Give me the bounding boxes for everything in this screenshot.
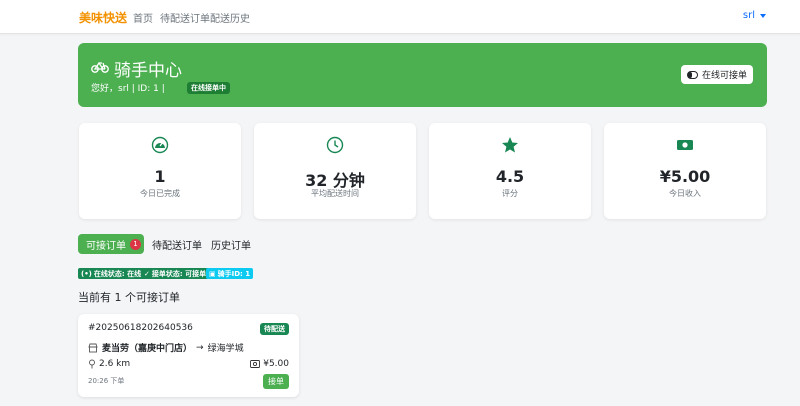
- distance-value: 2.6 km: [99, 359, 131, 369]
- order-route: 麦当劳（嘉庚中门店） → 绿海学城: [88, 341, 244, 354]
- stat-label: 评分: [502, 189, 518, 198]
- count-badge: 1: [130, 238, 141, 250]
- chevron-down-icon[interactable]: [760, 13, 766, 19]
- cash-icon: [250, 360, 261, 368]
- speedometer-icon: [151, 136, 169, 154]
- stat-label: 平均配送时间: [311, 189, 359, 198]
- stat-card-completed: 1 今日已完成: [79, 123, 241, 219]
- brand-logo[interactable]: 美味快送: [79, 9, 127, 26]
- star-icon: [502, 137, 518, 153]
- cash-icon: [677, 140, 693, 150]
- map-pin-icon: [89, 359, 95, 369]
- shop-icon: [88, 343, 98, 352]
- user-menu[interactable]: srl: [743, 10, 755, 21]
- accept-order-button[interactable]: 接单: [263, 374, 289, 389]
- nav-home[interactable]: 首页: [133, 10, 153, 25]
- status-badge: 待配送: [260, 323, 289, 335]
- chip-label: 骑手ID: 1: [217, 269, 251, 278]
- id-card-icon: ▣: [209, 269, 216, 278]
- tab-history-orders[interactable]: 历史订单: [211, 234, 251, 254]
- online-status-chip: (•) 在线状态: 在线: [78, 268, 145, 279]
- rider-center-header: 骑手中心 您好，srl | ID: 1 | 在线接单中 在线可接单: [78, 43, 767, 107]
- nav-delivery-history[interactable]: 配送历史: [210, 10, 250, 25]
- tab-available-orders[interactable]: 可接订单 1: [78, 234, 144, 254]
- online-toggle-label: 在线可接单: [701, 71, 747, 81]
- clock-icon: [326, 136, 344, 154]
- stat-card-income: ¥5.00 今日收入: [604, 123, 766, 219]
- stat-value: ¥5.00: [659, 167, 711, 186]
- tab-pending-orders[interactable]: 待配送订单: [152, 234, 202, 254]
- stat-label: 今日已完成: [140, 189, 180, 198]
- accept-status-chip: ✓ 接单状态: 可接单: [141, 268, 210, 279]
- nav-pending-orders[interactable]: 待配送订单: [160, 10, 210, 25]
- status-badge: 在线接单中: [187, 82, 230, 94]
- stat-value: 4.5: [495, 167, 525, 186]
- broadcast-icon: (•): [81, 269, 92, 278]
- stat-card-rating: 4.5 评分: [429, 123, 591, 219]
- order-card: #20250618202640536 待配送 麦当劳（嘉庚中门店） → 绿海学城…: [78, 314, 299, 397]
- stat-card-avg-time: 32 分钟 平均配送时间: [254, 123, 416, 219]
- arrow-right-icon: →: [196, 342, 204, 353]
- order-fee: ¥5.00: [250, 359, 289, 369]
- chip-label: 在线状态: 在线: [93, 269, 142, 278]
- stat-value: 1: [154, 167, 166, 186]
- order-id: #20250618202640536: [88, 323, 193, 333]
- top-navbar: 美味快送 首页 待配送订单 配送历史 srl: [0, 0, 800, 34]
- destination: 绿海学城: [207, 344, 244, 354]
- welcome-text: 您好，srl | ID: 1 |: [91, 84, 165, 94]
- order-distance: 2.6 km: [88, 359, 130, 369]
- check-circle-icon: ✓: [144, 269, 150, 278]
- online-toggle-button[interactable]: 在线可接单: [680, 65, 753, 84]
- orders-summary: 当前有 1 个可接订单: [78, 291, 180, 304]
- order-time: 20:26 下单: [88, 377, 125, 385]
- tab-label: 可接订单: [86, 240, 126, 252]
- toggle-icon: [686, 70, 698, 79]
- fee-value: ¥5.00: [263, 359, 289, 369]
- stat-label: 今日收入: [669, 189, 701, 198]
- chip-label: 接单状态: 可接单: [151, 269, 207, 278]
- page-title: 骑手中心: [114, 61, 182, 81]
- rider-id-chip: ▣ 骑手ID: 1: [206, 268, 254, 279]
- shop-name: 麦当劳（嘉庚中门店）: [102, 344, 193, 354]
- bicycle-icon: [91, 61, 109, 73]
